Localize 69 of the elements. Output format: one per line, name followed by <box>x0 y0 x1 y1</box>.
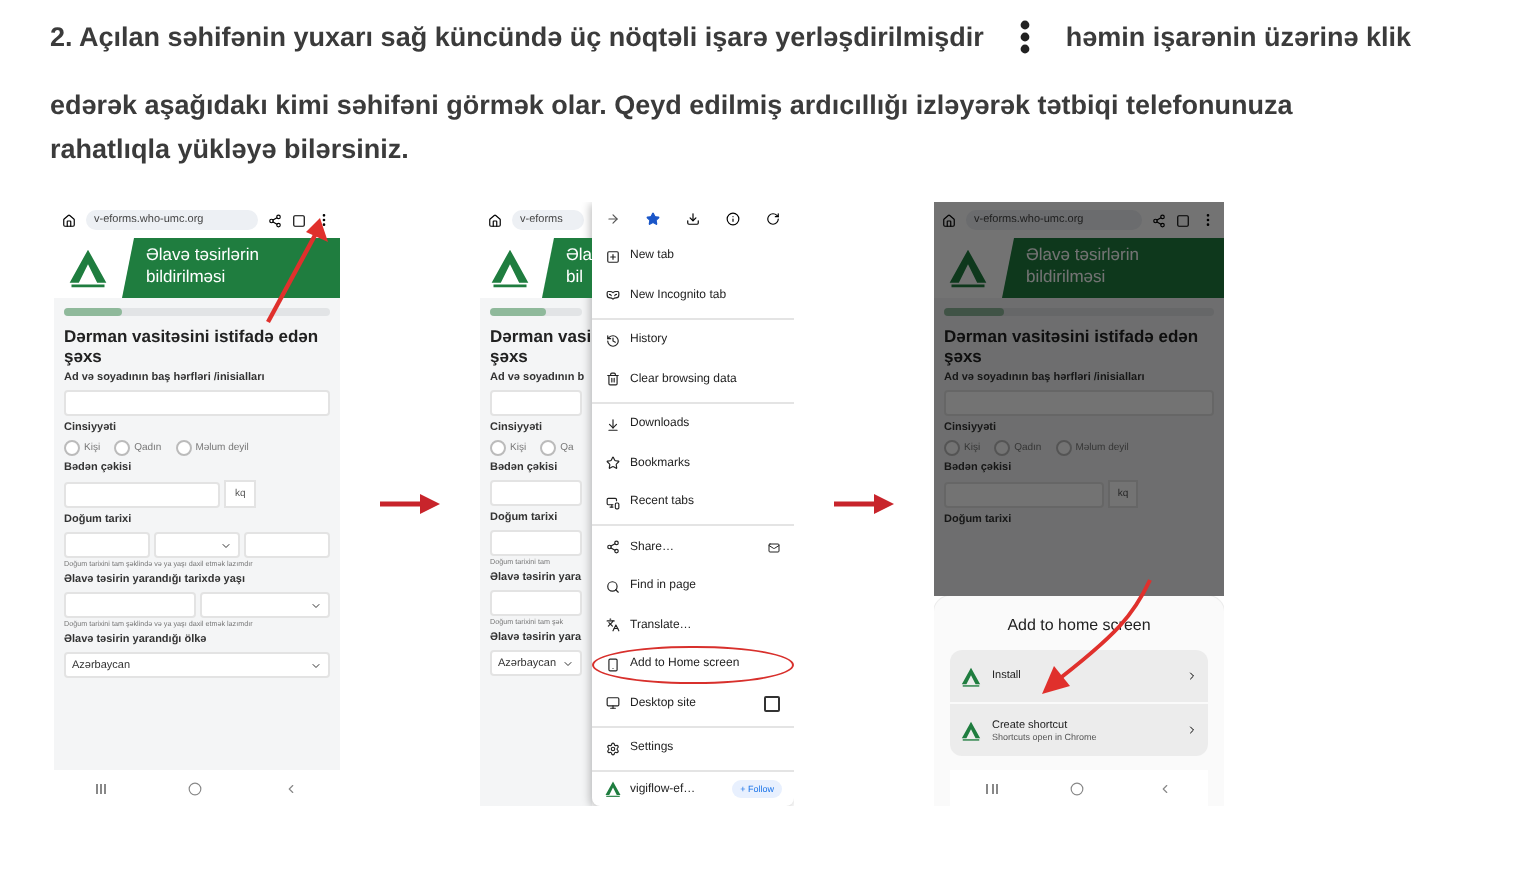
download-icon[interactable] <box>685 211 700 226</box>
mail-icon <box>768 541 780 554</box>
logo-icon <box>946 246 990 290</box>
back-icon[interactable] <box>284 781 299 795</box>
chevron-icon <box>220 539 232 551</box>
arrow-icon <box>834 494 894 514</box>
banner-title: Əlavə təsirlərin <box>1026 244 1141 265</box>
recents-icon[interactable] <box>95 783 106 793</box>
text-field[interactable] <box>64 481 221 507</box>
text-field[interactable] <box>490 530 582 556</box>
checkbox[interactable] <box>764 695 780 712</box>
recents-icon[interactable] <box>986 783 998 793</box>
share-icon <box>606 540 620 555</box>
arrow-icon <box>380 494 440 514</box>
annotation-arrow <box>262 214 330 326</box>
star-icon <box>606 456 620 471</box>
home-icon[interactable] <box>488 213 502 227</box>
text-field[interactable] <box>490 480 582 506</box>
chevron-icon <box>1186 724 1198 736</box>
logo-icon <box>604 780 622 798</box>
banner-title: bil <box>565 265 585 286</box>
form-heading: şəxs <box>490 346 530 366</box>
trash-icon <box>606 372 620 387</box>
reload-icon[interactable] <box>766 211 781 226</box>
instruction-text: edərək aşağıdakı kimi səhifəni görmək olar. Qeyd edilmiş ardıcıllığı izləyərək tətbiqi telefonunuza rahatlıqla yükləyə bilərsiniz. <box>50 88 1295 168</box>
text-field[interactable] <box>64 532 150 558</box>
back-icon[interactable] <box>1157 781 1172 795</box>
form-heading: Dərman vasitəsini istifadə edən <box>944 326 1201 346</box>
forward-icon[interactable] <box>605 211 620 226</box>
info-icon[interactable] <box>726 211 741 226</box>
instruction-text: həmin işarənin üzərinə klik <box>1065 21 1411 51</box>
logo-icon <box>960 665 982 687</box>
banner-title: Əla <box>565 244 592 265</box>
settings-icon <box>606 741 620 756</box>
translate-icon <box>606 618 620 633</box>
banner-title: bildirilməsi <box>146 265 228 286</box>
download-icon <box>606 417 620 432</box>
chevron-icon <box>562 657 574 669</box>
text-field[interactable] <box>244 532 330 558</box>
star-icon[interactable] <box>645 211 660 226</box>
home-icon[interactable] <box>62 213 76 227</box>
menu-icon <box>1019 19 1030 53</box>
instruction-text: 2. Açılan səhifənin yuxarı sağ küncündə üç nöqtəli işarə yerləşdirilmişdir <box>50 21 984 51</box>
text-field[interactable] <box>64 592 195 618</box>
new-tab-icon <box>606 249 620 264</box>
incognito-icon <box>606 288 620 303</box>
logo-icon <box>488 246 533 290</box>
select-field[interactable] <box>199 592 330 618</box>
monitor-icon <box>606 696 620 711</box>
text-field[interactable] <box>490 390 582 416</box>
chevron-icon <box>1186 670 1198 682</box>
select-field[interactable] <box>154 532 240 558</box>
form-heading: Dərman vasitəsini istifadə edən <box>64 326 321 346</box>
history-icon <box>606 333 620 348</box>
smartphone-icon <box>606 657 620 672</box>
form-heading: şəxs <box>64 346 104 366</box>
logo-icon <box>66 246 110 290</box>
text-field[interactable] <box>490 590 582 616</box>
devices-icon <box>606 495 620 510</box>
chevron-icon <box>310 599 322 611</box>
banner-title: Əlavə təsirlərin <box>146 244 261 265</box>
banner-title: bildirilməsi <box>1026 265 1108 286</box>
chevron-icon <box>310 659 322 671</box>
logo-icon <box>960 719 982 741</box>
text-field[interactable] <box>64 390 330 416</box>
share-icon[interactable] <box>268 213 282 227</box>
form-heading: şəxs <box>944 346 984 366</box>
search-icon <box>606 579 620 594</box>
tabs-icon[interactable] <box>292 213 306 227</box>
